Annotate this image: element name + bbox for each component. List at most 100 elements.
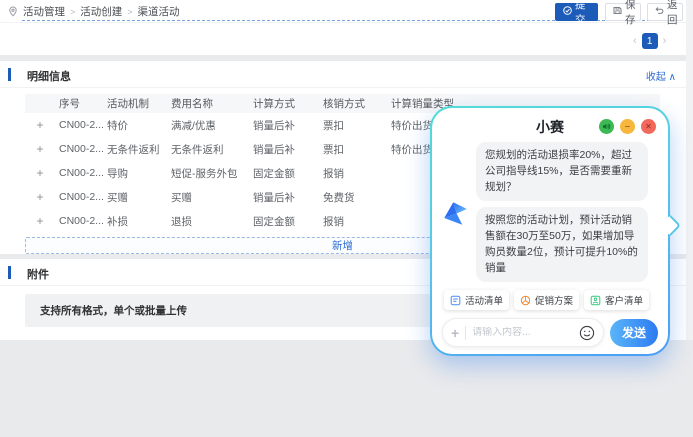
- top-card: 活动管理 > 活动创建 > 渠道活动 提交 保存 返回 ‹ 1 ›: [0, 0, 686, 55]
- col-verify-method: 核销方式: [319, 94, 387, 113]
- cell-seq: CN00-2...: [55, 161, 103, 185]
- col-seq: 序号: [55, 94, 103, 113]
- assistant-window: 小赛 – ✕ 您规划的活动退损率20%，超过公司指导线15%，是否需要重新规划？…: [432, 108, 668, 354]
- message-input[interactable]: [472, 327, 573, 338]
- cell-calc-method: 固定金额: [249, 209, 319, 233]
- detail-section-title: 明细信息: [27, 68, 71, 84]
- breadcrumb-separator: >: [70, 7, 75, 17]
- expand-row-icon[interactable]: +: [25, 113, 55, 137]
- col-fee-name: 费用名称: [167, 94, 249, 113]
- cell-mechanism: 补损: [103, 209, 167, 233]
- save-button-label: 保存: [625, 0, 636, 27]
- breadcrumb-item-activity-management[interactable]: 活动管理: [23, 4, 65, 19]
- pagination-page-1[interactable]: 1: [642, 33, 658, 49]
- emoji-smiley-icon[interactable]: [579, 325, 595, 341]
- attach-plus-icon[interactable]: +: [451, 325, 459, 341]
- submit-button-label: 提交: [575, 0, 590, 27]
- chip-customer-list[interactable]: 客户清单: [584, 290, 649, 310]
- cell-verify-method: 报销: [319, 209, 387, 233]
- cell-verify-method: 报销: [319, 161, 387, 185]
- cell-fee-name: 买赠: [167, 185, 249, 209]
- section-accent-bar: [8, 266, 11, 279]
- input-divider: [465, 326, 466, 340]
- detail-section-header: 明细信息 收起 ∧: [0, 61, 686, 88]
- collapse-label: 收起: [646, 72, 666, 83]
- app-page: 活动管理 > 活动创建 > 渠道活动 提交 保存 返回 ‹ 1 ›: [0, 0, 693, 437]
- cell-seq: CN00-2...: [55, 209, 103, 233]
- expand-row-icon[interactable]: +: [25, 161, 55, 185]
- collapse-link[interactable]: 收起 ∧: [646, 68, 676, 83]
- chip-label: 客户清单: [605, 293, 643, 307]
- chip-activity-list[interactable]: 活动清单: [444, 290, 509, 310]
- chip-label: 活动清单: [465, 293, 503, 307]
- section-accent-bar: [8, 68, 11, 81]
- col-mechanism: 活动机制: [103, 94, 167, 113]
- cell-calc-method: 销量后补: [249, 185, 319, 209]
- cell-seq: CN00-2...: [55, 137, 103, 161]
- cell-fee-name: 退损: [167, 209, 249, 233]
- attachments-section-title: 附件: [27, 266, 49, 282]
- cell-fee-name: 短促-服务外包: [167, 161, 249, 185]
- undo-arrow-icon: [655, 6, 664, 18]
- assistant-input-row: + 发送: [442, 318, 658, 347]
- cell-calc-method: 销量后补: [249, 113, 319, 137]
- chevron-up-icon: ∧: [669, 72, 676, 83]
- chip-label: 促销方案: [535, 293, 573, 307]
- promotion-wheel-icon: [520, 295, 531, 306]
- cell-calc-method: 固定金额: [249, 161, 319, 185]
- cell-mechanism: 无条件返利: [103, 137, 167, 161]
- cell-fee-name: 无条件返利: [167, 137, 249, 161]
- submit-button[interactable]: 提交: [555, 3, 598, 21]
- cell-verify-method: 票扣: [319, 137, 387, 161]
- expand-row-icon[interactable]: +: [25, 209, 55, 233]
- expand-row-icon[interactable]: +: [25, 137, 55, 161]
- toolbar: 活动管理 > 活动创建 > 渠道活动 提交 保存 返回: [0, 0, 686, 23]
- pagination: ‹ 1 ›: [633, 33, 666, 49]
- assistant-header: 小赛 – ✕: [442, 116, 658, 138]
- cell-mechanism: 特价: [103, 113, 167, 137]
- speaker-icon: [602, 122, 611, 131]
- pagination-prev-icon[interactable]: ‹: [633, 35, 637, 47]
- assistant-message-1: 您规划的活动退损率20%，超过公司指导线15%，是否需要重新规划？: [476, 142, 648, 201]
- check-circle-icon: [563, 6, 572, 18]
- assistant-window-controls: – ✕: [599, 119, 656, 134]
- cell-fee-name: 满减/优惠: [167, 113, 249, 137]
- breadcrumb-item-activity-create[interactable]: 活动创建: [80, 4, 122, 19]
- cell-seq: CN00-2...: [55, 185, 103, 209]
- save-button[interactable]: 保存: [605, 3, 641, 21]
- cell-verify-method: 免费货: [319, 185, 387, 209]
- expand-row-icon[interactable]: +: [25, 185, 55, 209]
- cell-mechanism: 导购: [103, 161, 167, 185]
- cell-seq: CN00-2...: [55, 113, 103, 137]
- assistant-message-2: 按照您的活动计划，预计活动销售额在30万至50万，如果增加导购员数量2位，预计可…: [476, 207, 648, 282]
- cell-verify-method: 票扣: [319, 113, 387, 137]
- col-calc-method: 计算方式: [249, 94, 319, 113]
- customer-person-icon: [590, 295, 601, 306]
- breadcrumb-separator: >: [127, 7, 132, 17]
- breadcrumb: 活动管理 > 活动创建 > 渠道活动: [8, 0, 180, 23]
- minimize-button[interactable]: –: [620, 119, 635, 134]
- voice-speaker-button[interactable]: [599, 119, 614, 134]
- save-disk-icon: [613, 6, 622, 18]
- close-icon: ✕: [645, 123, 652, 131]
- back-button[interactable]: 返回: [647, 3, 683, 21]
- assistant-avatar: [442, 200, 469, 227]
- chip-promotion-plan[interactable]: 促销方案: [514, 290, 579, 310]
- close-button[interactable]: ✕: [641, 119, 656, 134]
- send-button[interactable]: 发送: [610, 319, 658, 347]
- minimize-icon: –: [625, 122, 630, 131]
- pagination-next-icon[interactable]: ›: [663, 35, 667, 47]
- col-expand: [25, 94, 55, 113]
- location-pin-icon: [8, 6, 18, 17]
- message-input-pill: +: [442, 318, 604, 347]
- upload-hint-text: 支持所有格式，单个或批量上传: [40, 303, 187, 318]
- scrollbar-track[interactable]: [686, 0, 693, 340]
- assistant-popup: 小赛 – ✕ 您规划的活动退损率20%，超过公司指导线15%，是否需要重新规划？…: [430, 106, 670, 356]
- breadcrumb-item-channel-activity[interactable]: 渠道活动: [138, 4, 180, 19]
- add-row-label: 新增: [332, 238, 353, 253]
- cell-mechanism: 买赠: [103, 185, 167, 209]
- document-list-icon: [450, 295, 461, 306]
- assistant-messages: 您规划的活动退损率20%，超过公司指导线15%，是否需要重新规划？ 按照您的活动…: [442, 142, 658, 282]
- quick-action-chips: 活动清单 促销方案 客户清单: [442, 290, 658, 310]
- back-button-label: 返回: [667, 0, 678, 27]
